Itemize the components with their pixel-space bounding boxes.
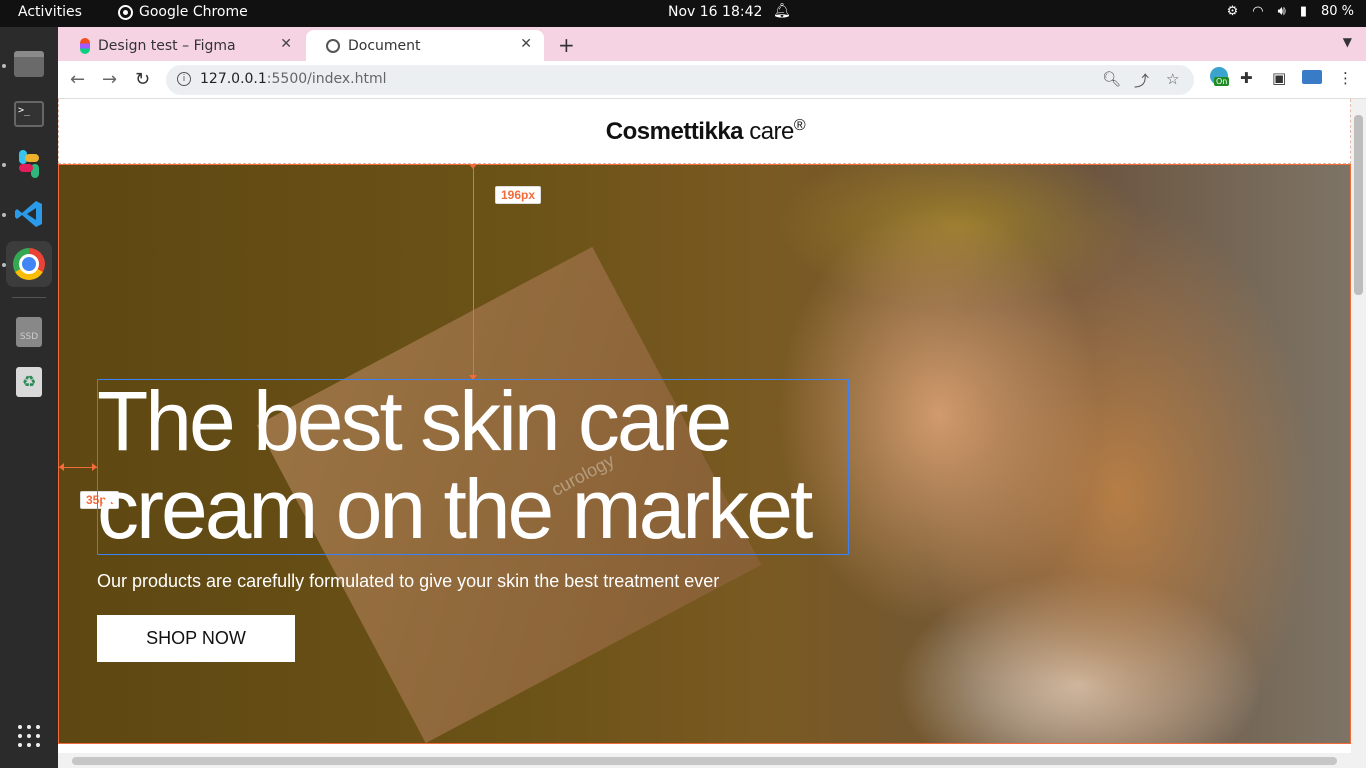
slack-app-icon[interactable] bbox=[6, 141, 52, 187]
zoom-icon[interactable]: 🔍︎ bbox=[1102, 70, 1121, 88]
vertical-scrollbar[interactable] bbox=[1351, 99, 1366, 753]
measure-left-gap bbox=[59, 463, 97, 471]
tab-search-chevron-down-icon[interactable]: ▼ bbox=[1343, 35, 1352, 49]
tab-strip: Design test – Figma ✕ Document ✕ + ▼ bbox=[58, 27, 1366, 61]
settings-icon[interactable]: ⚙ bbox=[1227, 4, 1239, 19]
measure-top-label: 196px bbox=[495, 186, 542, 204]
extensions-puzzle-icon[interactable]: ✚ bbox=[1240, 69, 1253, 87]
address-bar[interactable]: i 127.0.0.1:5500/index.html 🔍︎ ⤴ ☆ bbox=[166, 65, 1194, 95]
bookmark-star-icon[interactable]: ☆ bbox=[1166, 70, 1179, 88]
url-text[interactable]: 127.0.0.1:5500/index.html bbox=[200, 71, 387, 87]
new-tab-icon[interactable]: + bbox=[558, 33, 575, 57]
system-tray[interactable]: ⚙ ◠ 🔊︎ ▮ 80 % bbox=[1227, 4, 1354, 19]
files-app-icon[interactable] bbox=[6, 41, 52, 87]
side-panel-icon[interactable]: ▣ bbox=[1272, 69, 1286, 87]
activities-button[interactable]: Activities bbox=[18, 4, 82, 20]
app-menu[interactable]: Google Chrome bbox=[118, 4, 248, 20]
trash-icon[interactable]: ♻ bbox=[6, 359, 52, 405]
site-logo[interactable]: Cosmettikka care® bbox=[59, 117, 1351, 146]
horizontal-scrollbar[interactable] bbox=[58, 753, 1366, 768]
show-applications-icon[interactable] bbox=[6, 713, 52, 759]
extension-flag-icon[interactable] bbox=[1302, 70, 1322, 84]
hero-headline: The best skin care cream on the market bbox=[97, 374, 813, 556]
ssd-drive-icon[interactable]: SSD bbox=[6, 309, 52, 355]
close-tab-icon[interactable]: ✕ bbox=[520, 36, 532, 52]
browser-window: Design test – Figma ✕ Document ✕ + ▼ ← →… bbox=[58, 27, 1366, 768]
close-tab-icon[interactable]: ✕ bbox=[280, 36, 292, 52]
globe-icon bbox=[326, 38, 340, 53]
hero-section: curology 196px 35px The best skin care c… bbox=[58, 164, 1351, 744]
browser-toolbar: ← → ↻ i 127.0.0.1:5500/index.html 🔍︎ ⤴ ☆… bbox=[58, 61, 1366, 99]
notification-bell-icon[interactable]: 🔔︎ bbox=[773, 3, 791, 19]
clock[interactable]: Nov 16 18:42 bbox=[668, 4, 762, 20]
system-top-bar: Activities Google Chrome Nov 16 18:42 🔔︎… bbox=[0, 0, 1366, 27]
dock: >_ SSD ♻ bbox=[0, 27, 58, 768]
volume-icon[interactable]: 🔊︎ bbox=[1278, 4, 1286, 19]
site-header: Cosmettikka care® bbox=[58, 99, 1351, 164]
battery-icon[interactable]: ▮ bbox=[1300, 4, 1307, 19]
page-viewport: Cosmettikka care® curology 196px 35px Th… bbox=[58, 99, 1351, 753]
reload-icon[interactable]: ↻ bbox=[135, 69, 150, 90]
back-arrow-icon[interactable]: ← bbox=[70, 69, 85, 90]
terminal-app-icon[interactable]: >_ bbox=[6, 91, 52, 137]
tab-title: Document bbox=[348, 37, 421, 54]
site-info-icon[interactable]: i bbox=[177, 72, 191, 86]
chrome-icon bbox=[118, 4, 133, 20]
app-name: Google Chrome bbox=[139, 4, 248, 20]
shop-now-button[interactable]: SHOP NOW bbox=[97, 615, 295, 662]
forward-arrow-icon[interactable]: → bbox=[102, 69, 117, 90]
menu-kebab-icon[interactable]: ⋮ bbox=[1338, 69, 1353, 87]
battery-level: 80 % bbox=[1320, 4, 1354, 19]
tab-document[interactable]: Document ✕ bbox=[306, 30, 544, 61]
hero-subtitle: Our products are carefully formulated to… bbox=[97, 571, 720, 591]
tab-figma[interactable]: Design test – Figma ✕ bbox=[60, 30, 304, 61]
measure-top-gap bbox=[469, 165, 477, 380]
wifi-icon[interactable]: ◠ bbox=[1252, 4, 1263, 19]
share-icon[interactable]: ⤴ bbox=[1134, 70, 1149, 91]
vscode-app-icon[interactable] bbox=[6, 191, 52, 237]
extension-on-icon[interactable]: On bbox=[1210, 67, 1230, 86]
tab-title: Design test – Figma bbox=[98, 37, 236, 54]
chrome-app-icon[interactable] bbox=[6, 241, 52, 287]
figma-icon bbox=[80, 37, 90, 54]
dock-separator bbox=[12, 297, 46, 298]
